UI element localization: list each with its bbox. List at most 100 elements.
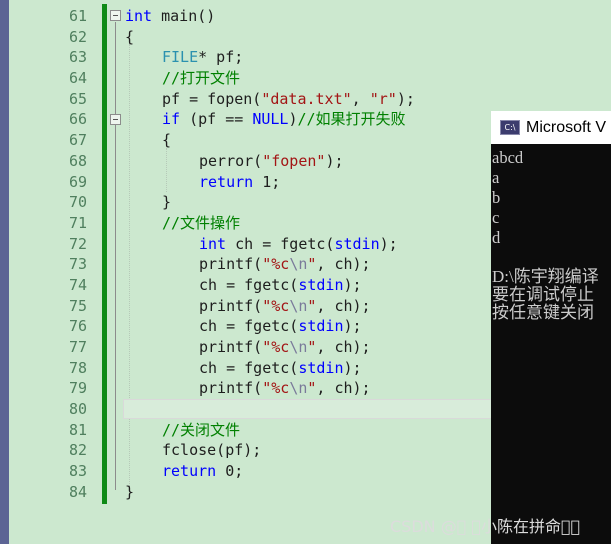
code-type: int xyxy=(125,7,162,25)
line-number: 64 xyxy=(68,69,87,88)
line-number: 71 xyxy=(68,213,87,232)
console-title: Microsoft V xyxy=(526,118,607,136)
code-text: , xyxy=(351,89,370,108)
code-text: ); xyxy=(343,275,362,294)
console-output-line: 按任意键关闭 xyxy=(492,303,594,322)
code-macro: stdin xyxy=(298,358,344,377)
watermark: CSDN @   小陈在拼命   xyxy=(390,517,581,536)
code-escape: \n xyxy=(289,296,308,315)
code-text: ); xyxy=(325,151,344,170)
line-number: 62 xyxy=(68,27,87,46)
line-number-gutter: 61 62 63 64 65 66 67 68 69 70 71 72 73 74 75 76 77 78 79 80… xyxy=(9,0,101,544)
code-keyword: return xyxy=(199,172,254,191)
line-number: 72 xyxy=(68,234,87,253)
line-number: 79 xyxy=(68,379,87,398)
line-number: 70 xyxy=(68,193,87,212)
console-output-line: b xyxy=(492,188,501,207)
line-number: 78 xyxy=(68,358,87,377)
console-titlebar[interactable]: C:\ Microsoft V xyxy=(491,111,611,144)
code-escape: \n xyxy=(289,338,308,356)
console-output-line: abcd xyxy=(492,148,524,167)
console-output-line: 要在调试停止 xyxy=(492,285,594,304)
code-text: ch = fgetc( xyxy=(199,358,299,377)
code-macro: NULL xyxy=(252,110,289,129)
code-escape: \n xyxy=(289,379,308,398)
code-string: "%c xyxy=(262,338,290,356)
code-keyword: return xyxy=(162,462,217,481)
code-text: ); xyxy=(396,89,415,108)
line-number: 67 xyxy=(68,131,87,150)
code-text: 1; xyxy=(253,172,281,191)
code-text: { xyxy=(162,131,172,150)
collapse-if-icon[interactable] xyxy=(110,114,121,125)
line-number: 82 xyxy=(68,441,87,460)
code-macro: stdin xyxy=(298,275,344,294)
line-number: 75 xyxy=(68,296,87,315)
console-output-line: a xyxy=(492,168,500,187)
code-text: , ch); xyxy=(316,338,371,356)
code-comment: //如果打开失败 xyxy=(297,110,406,129)
code-text: ch = fgetc( xyxy=(226,234,335,253)
line-number: 63 xyxy=(68,48,87,67)
change-tracking-bar xyxy=(102,4,107,504)
code-keyword: int xyxy=(199,234,227,253)
code-string: "data.txt" xyxy=(261,89,352,108)
line-number: 73 xyxy=(68,255,87,274)
line-number: 65 xyxy=(68,89,87,108)
code-text: { xyxy=(125,27,135,46)
code-line[interactable]: int main() xyxy=(125,6,611,27)
console-window[interactable]: C:\ Microsoft V abcd a b c d D:\陈宇翔编译 要在调试停止 按任… xyxy=(491,111,611,544)
line-number: 68 xyxy=(68,151,87,170)
code-comment: //文件操作 xyxy=(162,213,241,232)
line-number: 61 xyxy=(68,7,87,25)
code-escape: \n xyxy=(289,255,308,274)
code-line[interactable]: { xyxy=(125,27,611,48)
code-text: ); xyxy=(379,234,398,253)
code-line[interactable]: //打开文件 xyxy=(125,68,611,89)
line-number: 83 xyxy=(68,462,87,481)
code-macro: stdin xyxy=(334,234,380,253)
code-line[interactable]: FILE* pf; xyxy=(125,47,611,68)
code-text: fclose(pf); xyxy=(162,441,262,460)
code-text: 0; xyxy=(216,462,244,481)
code-comment: //打开文件 xyxy=(162,69,241,88)
console-output: abcd a b c d D:\陈宇翔编译 要在调试停止 按任意键关闭 xyxy=(491,144,611,322)
line-number: 66 xyxy=(68,110,87,129)
line-number: 77 xyxy=(68,338,87,356)
console-output-line: D:\陈宇翔编译 xyxy=(492,267,599,286)
code-string: "%c xyxy=(262,379,290,398)
code-text: , ch); xyxy=(316,296,371,315)
line-number: 84 xyxy=(68,482,87,501)
code-text: printf( xyxy=(199,379,263,398)
collapse-main-icon[interactable] xyxy=(110,10,121,21)
code-text: pf = fopen( xyxy=(162,89,262,108)
code-text: * pf; xyxy=(198,48,244,67)
code-text: , ch); xyxy=(316,255,371,274)
code-string: "%c xyxy=(262,296,290,315)
console-app-icon: C:\ xyxy=(500,120,520,135)
code-text: ); xyxy=(343,317,362,336)
code-text: } xyxy=(125,482,135,501)
code-text: printf( xyxy=(199,296,263,315)
console-output-line: d xyxy=(492,228,501,247)
line-number: 76 xyxy=(68,317,87,336)
code-text: } xyxy=(162,193,172,212)
code-string: "r" xyxy=(369,89,397,108)
console-output-line: c xyxy=(492,208,500,227)
line-number: 80 xyxy=(68,400,87,419)
code-text: printf( xyxy=(199,255,263,274)
code-text: main() xyxy=(161,7,216,25)
code-text: ); xyxy=(343,358,362,377)
code-text: ch = fgetc( xyxy=(199,317,299,336)
code-text: (pf == xyxy=(180,110,253,129)
code-keyword: if xyxy=(162,110,181,129)
code-line[interactable]: pf = fopen("data.txt", "r"); xyxy=(125,89,611,110)
code-string: "fopen" xyxy=(262,151,326,170)
code-text: ch = fgetc( xyxy=(199,275,299,294)
line-number: 74 xyxy=(68,275,87,294)
code-text: , ch); xyxy=(316,379,371,398)
line-number: 81 xyxy=(68,420,87,439)
fold-guide-main xyxy=(115,22,116,490)
editor-left-margin-bar xyxy=(0,0,9,544)
